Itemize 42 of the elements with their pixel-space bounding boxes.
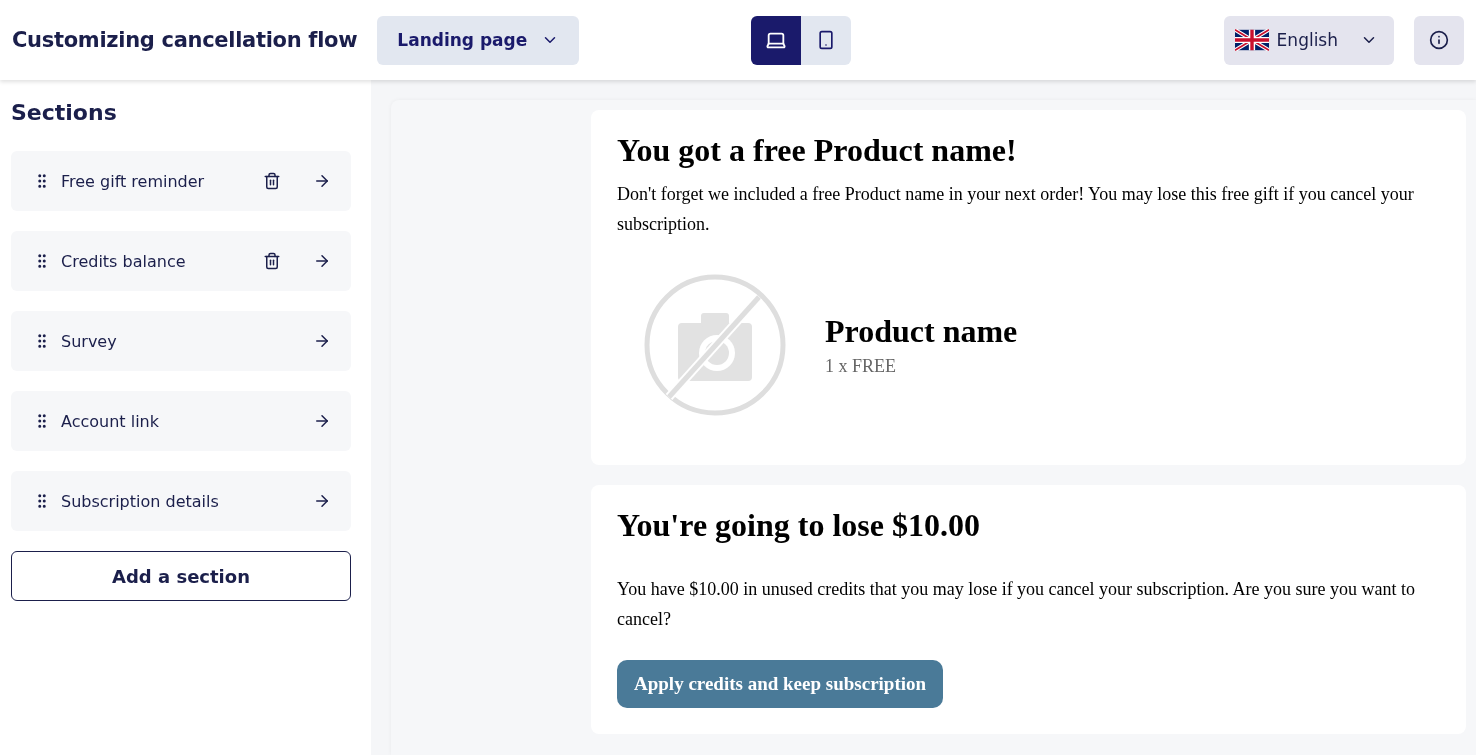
section-label: Credits balance — [61, 251, 187, 271]
sidebar-title: Sections — [11, 100, 118, 125]
keep-subscription-button[interactable]: Apply credits and keep subscription — [617, 660, 944, 708]
open-button[interactable] — [313, 492, 331, 510]
language-select[interactable]: English — [1223, 15, 1394, 65]
open-button[interactable] — [313, 332, 331, 350]
flag-icon — [1234, 29, 1269, 51]
card-text: You have $10.00 in unused credits that you may lose if you cancel your subscription. Are you sure you want to cancel? — [617, 578, 1417, 631]
page-select[interactable]: Landing page — [377, 15, 580, 65]
product-quantity: 1 x FREE — [825, 356, 897, 377]
delete-button[interactable] — [263, 252, 281, 270]
mobile-view-button[interactable] — [801, 15, 852, 65]
desktop-view-button[interactable] — [751, 15, 802, 65]
section-label: Free gift reminder — [61, 171, 206, 191]
section-label: Subscription details — [61, 491, 220, 511]
trash-icon — [263, 252, 281, 270]
arrow-right-icon — [313, 332, 331, 350]
section-item[interactable]: Credits balance — [11, 231, 351, 291]
no-image-icon — [643, 273, 787, 417]
card-text: Don't forget we included a free Product name in your next order! You may lose this free gift if you cancel your subscription. — [617, 183, 1415, 236]
section-item[interactable]: Account link — [11, 391, 351, 451]
card-heading: You got a free Product name! — [617, 132, 1018, 169]
delete-button[interactable] — [263, 172, 281, 190]
open-button[interactable] — [313, 252, 331, 270]
add-section-button[interactable]: Add a section — [11, 551, 351, 601]
section-label: Survey — [61, 331, 118, 351]
arrow-right-icon — [313, 172, 331, 190]
info-icon — [1429, 30, 1449, 50]
arrow-right-icon — [313, 412, 331, 430]
section-item[interactable]: Free gift reminder — [11, 151, 351, 211]
product-name: Product name — [825, 313, 1018, 350]
page-title: Customizing cancellation flow — [12, 28, 358, 52]
section-item[interactable]: Survey — [11, 311, 351, 371]
card-heading: You're going to lose $10.00 — [617, 507, 981, 544]
arrow-right-icon — [313, 252, 331, 270]
section-item[interactable]: Subscription details — [11, 471, 351, 531]
info-button[interactable] — [1414, 15, 1464, 65]
section-label: Account link — [61, 411, 160, 431]
open-button[interactable] — [313, 412, 331, 430]
open-button[interactable] — [313, 172, 331, 190]
arrow-right-icon — [313, 492, 331, 510]
trash-icon — [263, 172, 281, 190]
